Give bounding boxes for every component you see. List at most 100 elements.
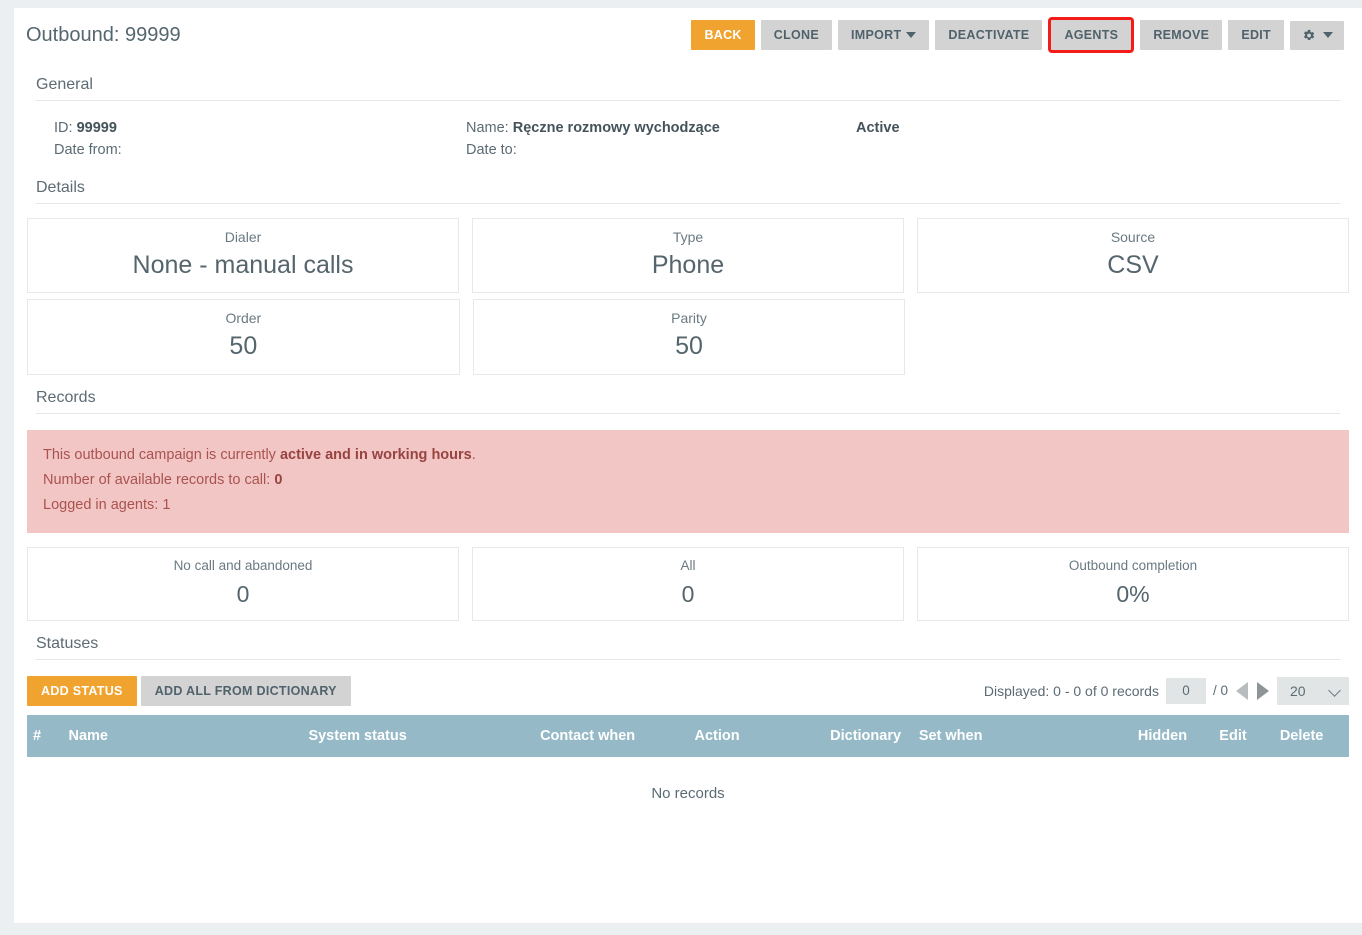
page-title: Outbound: 99999 (26, 23, 181, 46)
settings-dropdown-button[interactable] (1290, 20, 1344, 50)
table-empty-row: No records (27, 757, 1349, 833)
column-header-index[interactable]: # (27, 715, 63, 758)
column-header-edit[interactable]: Edit (1213, 715, 1274, 758)
table-header-row: # Name System status Contact when Action… (27, 715, 1349, 758)
statuses-section: Statuses (36, 621, 1340, 660)
no-call-abandoned-label: No call and abandoned (173, 557, 313, 573)
general-section-title: General (36, 76, 1340, 101)
column-header-delete[interactable]: Delete (1273, 715, 1349, 758)
all-records-card: All 0 (472, 546, 904, 621)
date-to-field: Date to: (466, 139, 856, 161)
statuses-toolbar: ADD STATUS ADD ALL FROM DICTIONARY Displ… (27, 675, 1349, 707)
column-header-dictionary[interactable]: Dictionary (824, 715, 913, 758)
edit-button[interactable]: EDIT (1228, 19, 1284, 51)
next-page-button[interactable] (1256, 681, 1270, 700)
action-toolbar: BACK CLONE IMPORT DEACTIVATE AGENTS REMO… (691, 16, 1344, 54)
details-section-title: Details (36, 179, 1340, 204)
column-header-contact-when[interactable]: Contact when (534, 715, 689, 758)
status-value: Active (856, 120, 900, 136)
records-section-title: Records (36, 389, 1340, 414)
page-total-label: / 0 (1212, 683, 1228, 699)
all-records-label: All (680, 557, 696, 573)
details-card-spacer (918, 299, 1349, 374)
column-header-action[interactable]: Action (688, 715, 825, 758)
dialer-card-value: None - manual calls (132, 251, 354, 279)
id-label: ID: (54, 120, 73, 136)
dialer-card: Dialer None - manual calls (27, 218, 459, 294)
chevron-down-icon (1323, 32, 1333, 38)
table-head: # Name System status Contact when Action… (27, 715, 1349, 758)
name-label: Name: (466, 120, 509, 136)
id-field: ID: 99999 (54, 117, 466, 139)
pagination-controls: Displayed: 0 - 0 of 0 records / 0 20 (983, 676, 1349, 705)
details-section: Details (36, 165, 1340, 204)
outbound-completion-value: 0% (1116, 580, 1150, 607)
type-card-value: Phone (651, 251, 725, 279)
column-header-set-when[interactable]: Set when (912, 715, 1132, 758)
alert-line-2-prefix: Number of available records to call: (43, 471, 275, 488)
page-number-input[interactable] (1165, 677, 1206, 704)
parity-card-value: 50 (675, 332, 703, 361)
back-button[interactable]: BACK (691, 19, 755, 51)
statuses-table-wrapper: # Name System status Contact when Action… (27, 715, 1349, 833)
triangle-left-icon (1236, 681, 1248, 700)
type-card: Type Phone (472, 218, 904, 294)
add-all-from-dictionary-button[interactable]: ADD ALL FROM DICTIONARY (140, 675, 351, 707)
clone-button[interactable]: CLONE (760, 19, 832, 51)
date-from-label: Date from: (54, 142, 122, 158)
alert-line-1: This outbound campaign is currently acti… (43, 443, 1333, 468)
parity-card-label: Parity (671, 310, 707, 327)
add-status-button[interactable]: ADD STATUS (27, 675, 137, 707)
all-records-value: 0 (681, 580, 695, 607)
source-card: Source CSV (917, 218, 1349, 294)
column-header-hidden[interactable]: Hidden (1131, 715, 1214, 758)
content-panel: Outbound: 99999 BACK CLONE IMPORT DEACTI… (14, 8, 1362, 923)
column-header-system-status[interactable]: System status (302, 715, 535, 758)
gear-icon (1301, 28, 1316, 43)
no-call-abandoned-card: No call and abandoned 0 (27, 546, 459, 621)
outbound-completion-card: Outbound completion 0% (917, 546, 1349, 621)
alert-line-1-emphasis: active and in working hours (279, 446, 472, 463)
status-badge: Active (856, 117, 1056, 139)
triangle-right-icon (1257, 681, 1269, 700)
name-value: Ręczne rozmowy wychodzące (512, 120, 720, 136)
statuses-table: # Name System status Contact when Action… (27, 715, 1349, 833)
column-header-name[interactable]: Name (62, 715, 303, 758)
alert-line-3: Logged in agents: 1 (43, 496, 171, 513)
order-card-value: 50 (229, 332, 258, 361)
no-records-message: No records (27, 757, 1349, 833)
order-card-label: Order (225, 310, 262, 327)
records-section: Records (36, 375, 1340, 414)
source-card-label: Source (1110, 229, 1156, 245)
agents-button[interactable]: AGENTS (1048, 16, 1135, 54)
date-from-field: Date from: (54, 139, 466, 161)
name-field: Name: Ręczne rozmowy wychodzące (466, 117, 856, 139)
remove-button[interactable]: REMOVE (1140, 19, 1223, 51)
details-cards-row-2: Order 50 Parity 50 (14, 293, 1362, 375)
type-card-label: Type (672, 229, 704, 245)
id-value: 99999 (76, 120, 117, 136)
alert-line-2-count: 0 (274, 471, 283, 488)
import-label: IMPORT (851, 27, 902, 42)
chevron-down-icon (906, 32, 917, 39)
parity-card: Parity 50 (472, 299, 906, 375)
import-dropdown-button[interactable]: IMPORT (838, 19, 930, 51)
alert-line-1-prefix: This outbound campaign is currently (43, 446, 280, 463)
pagination-info: Displayed: 0 - 0 of 0 records (983, 682, 1159, 699)
general-row-2: Date from: Date to: (54, 139, 1340, 161)
outbound-completion-label: Outbound completion (1068, 557, 1198, 573)
page-size-wrapper: 20 (1277, 676, 1349, 705)
alert-line-2: Number of available records to call: 0 (43, 468, 1333, 493)
previous-page-button[interactable] (1235, 681, 1249, 700)
no-call-abandoned-value: 0 (236, 580, 250, 607)
details-cards-row-1: Dialer None - manual calls Type Phone So… (14, 204, 1362, 294)
alert-line-1-suffix: . (471, 446, 476, 463)
dialer-card-label: Dialer (224, 229, 262, 245)
statuses-action-buttons: ADD STATUS ADD ALL FROM DICTIONARY (27, 675, 351, 707)
page-size-select[interactable]: 20 (1277, 676, 1349, 705)
deactivate-button[interactable]: DEACTIVATE (935, 19, 1043, 51)
date-to-label: Date to: (466, 142, 517, 158)
records-cards: No call and abandoned 0 All 0 Outbound c… (14, 533, 1362, 621)
page-header: Outbound: 99999 BACK CLONE IMPORT DEACTI… (14, 8, 1362, 62)
general-section: General ID: 99999 Name: Ręczne rozmowy w… (36, 62, 1340, 165)
